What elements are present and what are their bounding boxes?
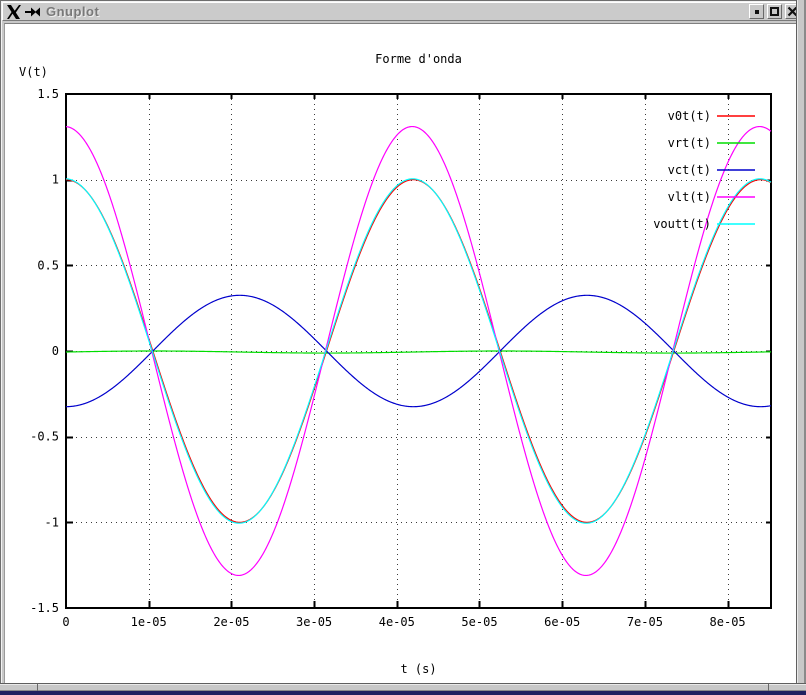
- series-curve-vrtt: [65, 350, 772, 354]
- legend-label: v0t(t): [668, 109, 711, 123]
- y-tick-label: -0.5: [30, 430, 59, 444]
- y-tick-label: -1: [45, 515, 59, 529]
- x-tick-label: 7e-05: [627, 615, 663, 629]
- x-tick-label: 5e-05: [461, 615, 497, 629]
- legend-label: voutt(t): [653, 217, 711, 231]
- legend-label: vct(t): [668, 163, 711, 177]
- x-tick-label: 6e-05: [544, 615, 580, 629]
- titlebar[interactable]: Gnuplot: [2, 2, 804, 21]
- iconify-button[interactable]: [749, 4, 764, 19]
- pushpin-icon: [25, 7, 40, 16]
- legend-label: vlt(t): [668, 190, 711, 204]
- x-tick-label: 0: [62, 615, 69, 629]
- window-resize-border-bottom[interactable]: [0, 683, 806, 692]
- x-axis-label: t (s): [400, 662, 436, 676]
- y-axis-label: V(t): [19, 65, 48, 79]
- y-tick-label: -1.5: [30, 601, 59, 615]
- y-tick-label: 0: [52, 344, 59, 358]
- maximize-button[interactable]: [767, 4, 782, 19]
- plot-client-area: 0 1e-05 2e-05 3e-05 4e-05 5e-05 6e-05 7e-05 8e-0…: [4, 23, 796, 683]
- plot-canvas[interactable]: 0 1e-05 2e-05 3e-05 4e-05 5e-05 6e-05 7e-05 8e-0…: [5, 24, 797, 684]
- iconify-icon: [754, 9, 759, 14]
- x-tick-label: 8e-05: [710, 615, 746, 629]
- x11-logo-icon: [7, 4, 21, 19]
- x-tick-label: 4e-05: [379, 615, 415, 629]
- x-tick-label: 3e-05: [296, 615, 332, 629]
- y-tick-label: 1: [52, 173, 59, 187]
- y-tick-label: 0.5: [37, 258, 59, 272]
- maximize-icon: [770, 7, 779, 16]
- x-tick-label: 1e-05: [131, 615, 167, 629]
- chart-title: Forme d'onda: [375, 52, 462, 66]
- desktop-background: [0, 691, 806, 695]
- window-title: Gnuplot: [46, 4, 100, 19]
- legend-label: vrt(t): [668, 136, 711, 150]
- gnuplot-window: Gnuplot 0 1e-05 2e-05 3e-05 4e-05 5e-05 6e-05 7…: [0, 0, 806, 695]
- window-resize-border-right[interactable]: [796, 0, 806, 691]
- x-tick-label: 2e-05: [213, 615, 249, 629]
- y-tick-label: 1.5: [37, 87, 59, 101]
